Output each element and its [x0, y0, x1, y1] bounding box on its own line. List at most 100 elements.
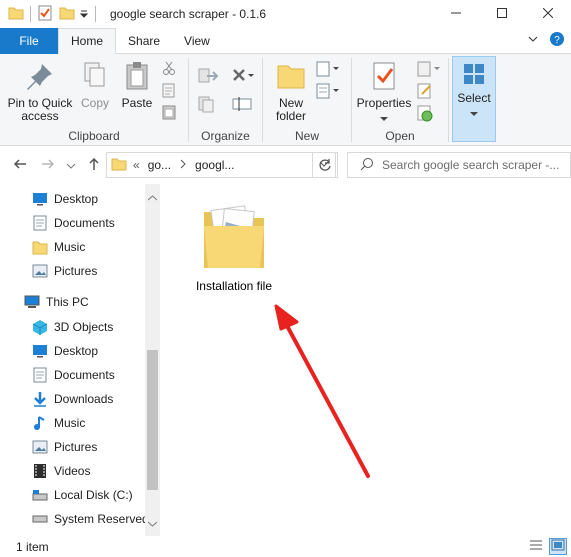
ribbon: Pin to Quick access Copy Paste Clipboard… — [0, 54, 571, 146]
divider — [95, 6, 96, 22]
music-icon — [32, 415, 48, 431]
this-pc-icon — [24, 294, 40, 310]
open-icon[interactable] — [416, 60, 442, 81]
nav-item-music[interactable]: Music — [32, 411, 85, 435]
folder-icon — [198, 200, 270, 275]
chevron-down-icon[interactable] — [527, 33, 539, 48]
delete-icon[interactable] — [231, 66, 255, 89]
search-input[interactable] — [382, 158, 562, 172]
quick-access-toolbar — [0, 0, 102, 28]
tab-file[interactable]: File — [0, 28, 58, 54]
pin-to-quick-access-button[interactable]: Pin to Quick access — [4, 60, 76, 123]
select-button[interactable]: Select — [452, 56, 496, 142]
organize-group-label: Organize — [201, 129, 250, 143]
nav-item-label: Documents — [54, 216, 115, 230]
address-bar[interactable]: « go... googl... — [106, 152, 336, 178]
nav-item-documents[interactable]: Documents — [32, 363, 115, 387]
large-icons-view-icon — [551, 539, 565, 554]
nav-item-pictures[interactable]: Pictures — [32, 435, 97, 459]
nav-item-label: System Reserved — [54, 512, 149, 526]
title-bar: google search scraper - 0.1.6 — [0, 0, 571, 28]
refresh-button[interactable] — [312, 152, 338, 178]
new-folder-button[interactable]: New folder — [269, 60, 313, 123]
copy-path-icon[interactable] — [161, 82, 177, 101]
recent-locations-button[interactable] — [66, 160, 76, 174]
up-button[interactable] — [86, 156, 102, 175]
nav-item-system-reserved[interactable]: System Reserved — [32, 507, 149, 531]
paste-shortcut-icon[interactable] — [161, 104, 177, 123]
nav-item-videos[interactable]: Videos — [32, 459, 90, 483]
divider — [448, 58, 449, 142]
file-item[interactable]: Installation file — [188, 200, 280, 293]
nav-item-desktop[interactable]: Desktop — [32, 187, 98, 211]
nav-item-local-disk[interactable]: Local Disk (C:) — [32, 483, 133, 507]
minimize-icon — [451, 7, 461, 21]
minimize-button[interactable] — [433, 0, 479, 28]
properties-quick-icon[interactable] — [37, 5, 53, 24]
overflow-chevron-icon[interactable]: « — [133, 158, 140, 172]
select-label: Select — [457, 91, 491, 105]
scroll-thumb[interactable] — [147, 350, 158, 490]
status-bar: 1 item — [0, 536, 571, 557]
3d-objects-icon — [32, 319, 48, 335]
help-icon[interactable]: ? — [549, 31, 565, 50]
move-to-icon[interactable] — [197, 66, 221, 89]
ribbon-tabs: File Home Share View ? — [0, 28, 571, 54]
easy-access-icon[interactable] — [315, 82, 339, 103]
nav-item-label: Music — [54, 240, 86, 254]
breadcrumb-item[interactable]: googl... — [195, 158, 234, 172]
new-folder-icon — [275, 60, 307, 95]
properties-button[interactable]: Properties — [354, 60, 414, 126]
nav-item-downloads[interactable]: Downloads — [32, 387, 113, 411]
large-icons-view-button[interactable] — [549, 538, 567, 555]
select-group: Select — [452, 54, 496, 146]
paste-button[interactable]: Paste — [118, 60, 156, 110]
scroll-up-icon[interactable] — [147, 190, 158, 204]
chevron-right-icon[interactable] — [179, 158, 187, 172]
copy-button[interactable]: Copy — [78, 60, 112, 110]
copy-icon — [79, 60, 111, 95]
chevron-down-icon — [380, 113, 388, 126]
history-icon[interactable] — [416, 104, 434, 125]
nav-item-music[interactable]: Music — [32, 235, 85, 259]
maximize-button[interactable] — [479, 0, 525, 28]
refresh-icon — [319, 159, 331, 171]
close-button[interactable] — [525, 0, 571, 28]
nav-item-label: This PC — [46, 295, 89, 309]
desktop-icon — [32, 343, 48, 359]
details-view-button[interactable] — [527, 538, 545, 555]
pin-icon — [24, 60, 56, 95]
nav-item-documents[interactable]: Documents — [32, 211, 115, 235]
customize-quick-access-icon[interactable] — [79, 5, 89, 24]
navigation-pane: Desktop Documents Music Pictures This PC… — [0, 184, 160, 536]
back-button[interactable] — [12, 156, 28, 175]
tab-view[interactable]: View — [172, 28, 222, 53]
edit-icon[interactable] — [416, 82, 434, 103]
new-folder-label: New folder — [275, 96, 307, 123]
copy-to-icon[interactable] — [197, 94, 221, 117]
tab-share[interactable]: Share — [116, 28, 172, 53]
breadcrumb-item[interactable]: go... — [148, 158, 171, 172]
cut-icon[interactable] — [161, 60, 177, 79]
scroll-down-icon[interactable] — [147, 516, 158, 530]
documents-icon — [32, 367, 48, 383]
nav-item-label: Pictures — [54, 440, 98, 454]
nav-item-3d-objects[interactable]: 3D Objects — [32, 315, 113, 339]
rename-icon[interactable] — [231, 94, 253, 117]
new-folder-quick-icon[interactable] — [59, 5, 75, 24]
forward-button[interactable] — [40, 156, 56, 175]
local-disk-icon — [32, 487, 48, 503]
documents-icon — [32, 215, 48, 231]
nav-item-pictures[interactable]: Pictures — [32, 259, 97, 283]
new-item-icon[interactable] — [315, 60, 339, 81]
file-name: Installation file — [195, 279, 273, 293]
tab-home[interactable]: Home — [58, 28, 117, 54]
search-box[interactable] — [347, 152, 571, 178]
nav-item-label: Local Disk (C:) — [54, 488, 133, 502]
search-icon — [360, 157, 374, 174]
nav-item-this-pc[interactable]: This PC — [24, 290, 89, 314]
copy-label: Copy — [80, 96, 109, 110]
nav-item-desktop[interactable]: Desktop — [32, 339, 98, 363]
address-row: « go... googl... — [0, 146, 571, 184]
nav-scrollbar[interactable] — [145, 184, 160, 536]
